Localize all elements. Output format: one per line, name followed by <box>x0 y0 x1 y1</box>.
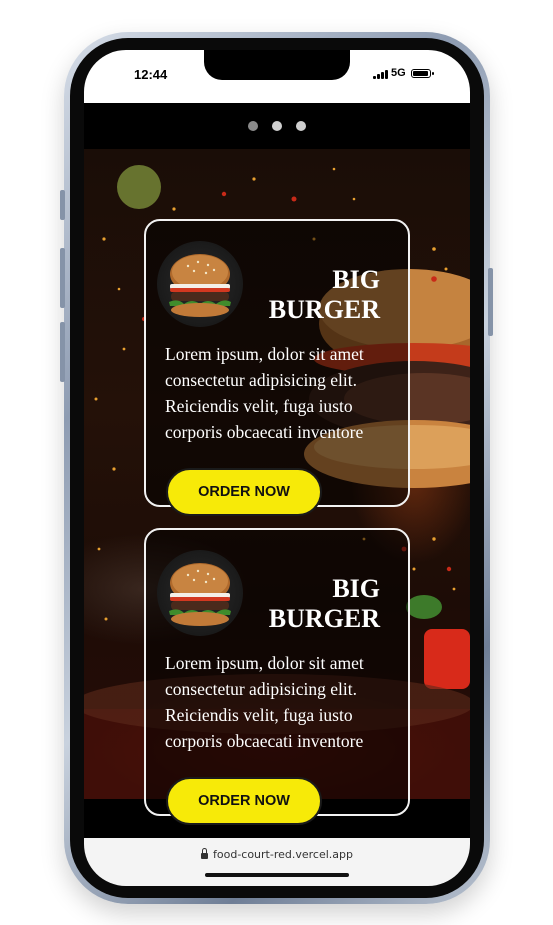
card-title-line-2: BURGER <box>268 295 380 324</box>
card-title-line-2: BURGER <box>268 604 380 633</box>
card-title: BIG BURGER <box>240 265 380 325</box>
product-card-2: BIG BURGER Lorem ipsum, dolor sit amet c… <box>144 528 410 825</box>
notch <box>204 50 350 80</box>
volume-up-button <box>60 248 65 308</box>
order-now-button[interactable]: ORDER NOW <box>166 777 322 825</box>
burger-icon <box>157 241 243 327</box>
phone-screen: 12:44 5G BIG BURGER Lorem ipsum, dolor s… <box>84 50 470 886</box>
status-bar: 12:44 5G <box>84 50 470 103</box>
burger-icon <box>157 550 243 636</box>
home-indicator[interactable] <box>205 873 349 877</box>
carousel-dot-1[interactable] <box>248 121 258 131</box>
status-time: 12:44 <box>134 67 168 82</box>
carousel-dot-3[interactable] <box>296 121 306 131</box>
url-display[interactable]: food-court-red.vercel.app <box>84 848 470 861</box>
signal-icon <box>373 70 388 79</box>
battery-icon <box>411 69 434 78</box>
url-text: food-court-red.vercel.app <box>213 848 353 861</box>
browser-url-bar[interactable]: food-court-red.vercel.app <box>84 838 470 886</box>
product-card-1: BIG BURGER Lorem ipsum, dolor sit amet c… <box>144 219 410 516</box>
carousel-dots <box>84 121 470 131</box>
card-title-line-1: BIG <box>332 265 380 294</box>
card-title: BIG BURGER <box>240 574 380 634</box>
lock-icon <box>201 848 208 859</box>
network-label: 5G <box>391 67 406 79</box>
card-title-line-1: BIG <box>332 574 380 603</box>
power-button <box>488 268 493 336</box>
carousel-dot-2[interactable] <box>272 121 282 131</box>
action-button <box>60 190 65 220</box>
card-description: Lorem ipsum, dolor sit amet consectetur … <box>165 344 364 451</box>
app-viewport[interactable]: BIG BURGER Lorem ipsum, dolor sit amet c… <box>84 103 470 838</box>
order-now-button[interactable]: ORDER NOW <box>166 468 322 516</box>
card-description: Lorem ipsum, dolor sit amet consectetur … <box>165 653 364 760</box>
volume-down-button <box>60 322 65 382</box>
